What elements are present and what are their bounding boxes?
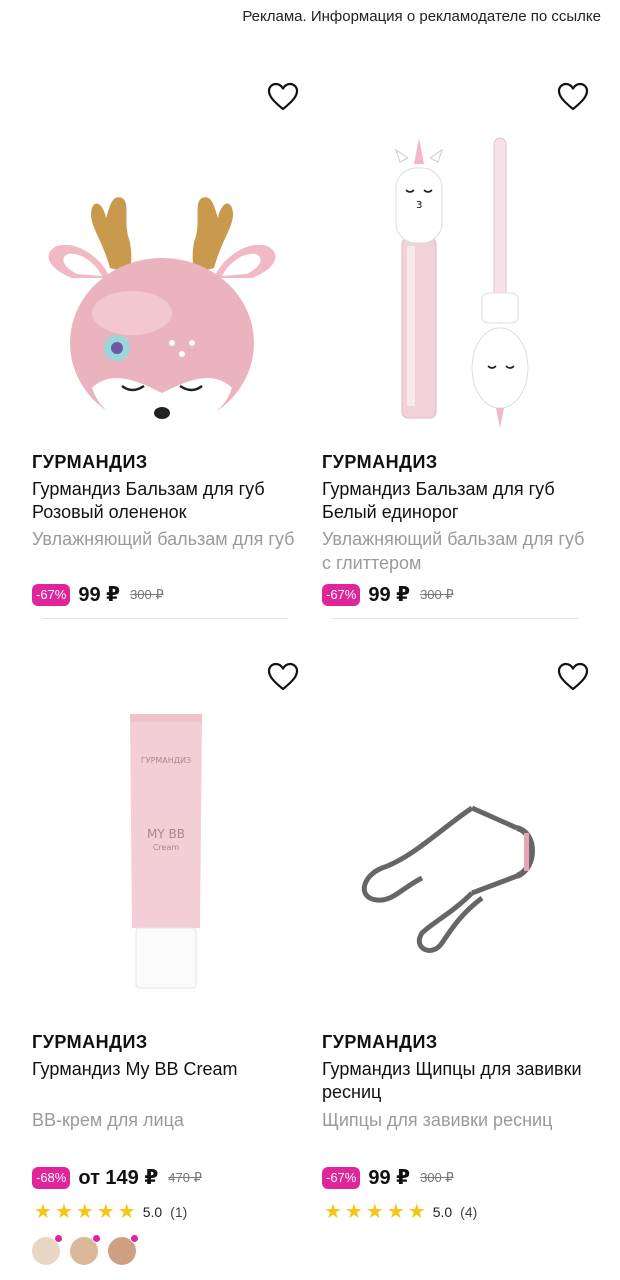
price-row: -67% 99 ₽ 300 ₽ bbox=[32, 582, 164, 607]
rating-count: (4) bbox=[460, 1204, 478, 1220]
divider bbox=[332, 618, 578, 619]
star-icon: ★ bbox=[324, 1201, 342, 1223]
star-icon: ★ bbox=[117, 1201, 136, 1223]
current-price: 99 ₽ bbox=[368, 1167, 411, 1189]
svg-text:з: з bbox=[416, 197, 422, 211]
rating: ★ ★ ★ ★ ★ 5.0 (1) bbox=[34, 1202, 187, 1222]
rating-value: 5.0 bbox=[432, 1204, 453, 1220]
shade-swatches bbox=[32, 1234, 146, 1265]
divider bbox=[42, 618, 288, 619]
star-icon: ★ bbox=[344, 1201, 363, 1223]
svg-text:Cream: Cream bbox=[153, 843, 180, 852]
ad-disclaimer[interactable]: Реклама. Информация о рекламодателе по с… bbox=[242, 8, 601, 25]
star-icon: ★ bbox=[75, 1201, 94, 1223]
product-title[interactable]: Гурмандиз Бальзам для губ Белый единорог bbox=[322, 478, 587, 524]
rating: ★ ★ ★ ★ ★ 5.0 (4) bbox=[324, 1202, 477, 1222]
product-image-unicorn-lip-gloss[interactable]: з bbox=[322, 128, 582, 448]
svg-text:MY BB: MY BB bbox=[147, 827, 185, 841]
heart-icon[interactable] bbox=[267, 662, 299, 692]
product-brand: ГУРМАНДИЗ bbox=[32, 1032, 148, 1052]
price-row: -67% 99 ₽ 300 ₽ bbox=[322, 1165, 454, 1190]
product-image-deer-lip-balm[interactable] bbox=[32, 128, 292, 448]
old-price: 300 ₽ bbox=[420, 1169, 454, 1185]
svg-text:ГУРМАНДИЗ: ГУРМАНДИЗ bbox=[141, 756, 191, 765]
star-icon: ★ bbox=[34, 1201, 52, 1223]
rating-value: 5.0 bbox=[142, 1204, 163, 1220]
product-title[interactable]: Гурмандиз My BB Cream bbox=[32, 1058, 297, 1081]
star-icon: ★ bbox=[54, 1201, 73, 1223]
product-description: Увлажняющий бальзам для губ bbox=[32, 529, 295, 549]
discount-badge: -68% bbox=[32, 1166, 71, 1189]
shade-swatch[interactable] bbox=[70, 1234, 101, 1265]
price-row: -67% 99 ₽ 300 ₽ bbox=[322, 582, 454, 607]
product-brand: ГУРМАНДИЗ bbox=[322, 452, 438, 472]
heart-icon[interactable] bbox=[557, 662, 589, 692]
old-price: 300 ₽ bbox=[130, 586, 164, 602]
discount-badge: -67% bbox=[322, 1166, 361, 1189]
rating-count: (1) bbox=[170, 1204, 188, 1220]
heart-icon[interactable] bbox=[267, 82, 299, 112]
price-row: -68% от 149 ₽ 470 ₽ bbox=[32, 1165, 202, 1190]
discount-badge: -67% bbox=[322, 583, 361, 606]
product-description: Увлажняющий бальзам для губ с глиттером bbox=[322, 529, 585, 573]
discount-badge: -67% bbox=[32, 583, 71, 606]
product-image-eyelash-curler[interactable] bbox=[322, 708, 582, 1028]
product-image-bb-cream-tube[interactable]: ГУРМАНДИЗ MY BB Cream bbox=[32, 708, 292, 1028]
product-title[interactable]: Гурмандиз Щипцы для завивки ресниц bbox=[322, 1058, 587, 1104]
swatch-indicator bbox=[92, 1234, 101, 1243]
product-description: Щипцы для завивки ресниц bbox=[322, 1110, 553, 1130]
old-price: 470 ₽ bbox=[168, 1169, 202, 1185]
product-title[interactable]: Гурмандиз Бальзам для губ Розовый оленен… bbox=[32, 478, 297, 524]
swatch-indicator bbox=[54, 1234, 63, 1243]
product-description: BB-крем для лица bbox=[32, 1110, 184, 1130]
star-icon: ★ bbox=[96, 1201, 115, 1223]
shade-swatch[interactable] bbox=[32, 1234, 63, 1265]
product-brand: ГУРМАНДИЗ bbox=[32, 452, 148, 472]
swatch-indicator bbox=[130, 1234, 139, 1243]
current-price: 99 ₽ bbox=[368, 584, 411, 606]
current-price: 99 ₽ bbox=[78, 584, 121, 606]
old-price: 300 ₽ bbox=[420, 586, 454, 602]
star-icon: ★ bbox=[365, 1201, 384, 1223]
product-brand: ГУРМАНДИЗ bbox=[322, 1032, 438, 1052]
star-icon: ★ bbox=[386, 1201, 405, 1223]
shade-swatch[interactable] bbox=[108, 1234, 139, 1265]
star-icon: ★ bbox=[407, 1201, 426, 1223]
heart-icon[interactable] bbox=[557, 82, 589, 112]
current-price: от 149 ₽ bbox=[78, 1167, 159, 1189]
